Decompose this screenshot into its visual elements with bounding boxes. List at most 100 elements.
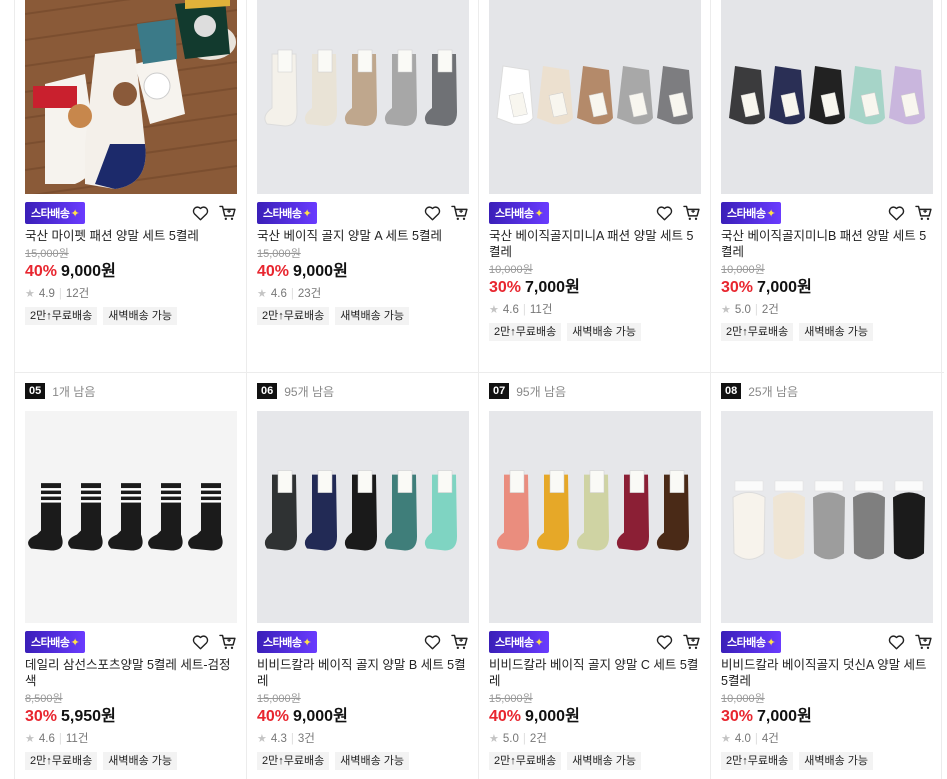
- heart-icon[interactable]: [424, 634, 441, 650]
- product-thumbnail[interactable]: [721, 411, 933, 623]
- original-price: 10,000원: [489, 264, 533, 276]
- star-delivery-badge: 스타배송✦: [489, 631, 550, 653]
- stock-remaining: 1개 남음: [52, 384, 96, 399]
- cart-icon[interactable]: [451, 205, 469, 221]
- product-card[interactable]: 07 95개 남음 스타배송✦ 비비드칼라 베이직 골지 양말 C 세트 5켤레…: [478, 372, 710, 779]
- product-thumbnail[interactable]: [489, 411, 701, 623]
- rating-row: ★ 4.6 | 11건: [25, 732, 237, 746]
- heart-icon[interactable]: [192, 205, 209, 221]
- heart-icon[interactable]: [424, 205, 441, 221]
- heart-icon[interactable]: [192, 634, 209, 650]
- price-row: 40% 9,000원: [257, 262, 469, 282]
- product-card[interactable]: 05 1개 남음 스타배송✦ 데일리 삼선스포츠양말 5켤레 세트-검정색 8,5…: [14, 372, 246, 779]
- divider: |: [290, 288, 294, 300]
- product-name[interactable]: 국산 베이직골지미니A 패션 양말 세트 5켤레: [489, 228, 701, 260]
- heart-icon[interactable]: [656, 634, 673, 650]
- product-card[interactable]: 스타배송✦ 국산 베이직골지미니A 패션 양말 세트 5켤레 10,000원 30…: [478, 0, 710, 372]
- product-card[interactable]: 스타배송✦ 국산 베이직 골지 양말 A 세트 5켤레 15,000원 40% 9,…: [246, 0, 478, 372]
- product-name[interactable]: 국산 마이펫 패션 양말 세트 5켤레: [25, 228, 237, 244]
- product-thumbnail[interactable]: [25, 0, 237, 194]
- sale-price: 7,000원: [757, 708, 812, 725]
- rank-line: 08 25개 남음: [721, 380, 933, 402]
- price-row: 30% 7,000원: [721, 278, 933, 298]
- sparkle-icon: ✦: [534, 637, 544, 649]
- free-shipping-tag: 2만↑무료배송: [489, 752, 562, 770]
- card-actions: 스타배송✦: [25, 631, 237, 653]
- star-icon: ★: [25, 733, 35, 745]
- product-name[interactable]: 데일리 삼선스포츠양말 5켤레 세트-검정색: [25, 657, 237, 689]
- free-shipping-tag: 2만↑무료배송: [25, 752, 98, 770]
- divider: |: [754, 733, 758, 745]
- sparkle-icon: ✦: [766, 208, 776, 220]
- card-actions: 스타배송✦: [721, 631, 933, 653]
- original-price: 15,000원: [257, 693, 301, 705]
- discount-rate: 30%: [489, 279, 522, 296]
- tag-list: 2만↑무료배송 새벽배송 가능: [721, 323, 933, 341]
- cart-icon[interactable]: [915, 634, 933, 650]
- discount-rate: 30%: [721, 279, 754, 296]
- discount-rate: 40%: [25, 263, 58, 280]
- product-name[interactable]: 국산 베이직 골지 양말 A 세트 5켤레: [257, 228, 469, 244]
- product-name[interactable]: 국산 베이직골지미니B 패션 양말 세트 5켤레: [721, 228, 933, 260]
- review-count: 4건: [761, 733, 779, 745]
- product-thumbnail[interactable]: [25, 411, 237, 623]
- product-name[interactable]: 비비드칼라 베이직골지 덧신A 양말 세트 5켤레: [721, 657, 933, 689]
- rank-line: 05 1개 남음: [25, 380, 237, 402]
- star-icon: ★: [257, 733, 267, 745]
- review-count: 3건: [297, 733, 315, 745]
- product-image: [721, 0, 933, 194]
- product-card[interactable]: 스타배송✦ 국산 마이펫 패션 양말 세트 5켤레 15,000원 40% 9,00…: [14, 0, 246, 372]
- product-card[interactable]: 06 95개 남음 스타배송✦ 비비드칼라 베이직 골지 양말 B 세트 5켤레…: [246, 372, 478, 779]
- divider: |: [290, 733, 294, 745]
- star-icon: ★: [489, 733, 499, 745]
- cart-icon[interactable]: [451, 634, 469, 650]
- star-delivery-badge: 스타배송✦: [257, 202, 318, 224]
- stock-remaining: 25개 남음: [748, 384, 799, 399]
- sparkle-icon: ✦: [766, 637, 776, 649]
- cart-icon[interactable]: [683, 205, 701, 221]
- price-row: 40% 9,000원: [257, 707, 469, 727]
- product-image: [257, 411, 469, 623]
- original-price: 15,000원: [25, 248, 69, 260]
- star-icon: ★: [721, 304, 731, 316]
- product-thumbnail[interactable]: [489, 0, 701, 194]
- cart-icon[interactable]: [683, 634, 701, 650]
- divider: |: [522, 733, 526, 745]
- heart-icon[interactable]: [888, 205, 905, 221]
- review-count: 2건: [761, 304, 779, 316]
- star-delivery-badge: 스타배송✦: [721, 631, 782, 653]
- rating-row: ★ 4.0 | 4건: [721, 732, 933, 746]
- cart-icon[interactable]: [915, 205, 933, 221]
- product-name[interactable]: 비비드칼라 베이직 골지 양말 B 세트 5켤레: [257, 657, 469, 689]
- divider: |: [58, 733, 62, 745]
- divider: |: [522, 304, 526, 316]
- rating-score: 5.0: [502, 733, 519, 745]
- rating-row: ★ 4.9 | 12건: [25, 287, 237, 301]
- product-name[interactable]: 비비드칼라 베이직 골지 양말 C 세트 5켤레: [489, 657, 701, 689]
- original-price: 8,500원: [25, 693, 63, 705]
- heart-icon[interactable]: [656, 205, 673, 221]
- sale-price: 5,950원: [61, 708, 116, 725]
- card-actions: 스타배송✦: [489, 631, 701, 653]
- review-count: 12건: [65, 288, 90, 300]
- rank-line: 07 95개 남음: [489, 380, 701, 402]
- review-count: 23건: [297, 288, 322, 300]
- dawn-delivery-tag: 새벽배송 가능: [335, 752, 409, 770]
- product-thumbnail[interactable]: [257, 0, 469, 194]
- cart-icon[interactable]: [219, 205, 237, 221]
- product-card[interactable]: 스타배송✦ 국산 베이직골지미니B 패션 양말 세트 5켤레 10,000원 30…: [710, 0, 942, 372]
- product-thumbnail[interactable]: [721, 0, 933, 194]
- rating-score: 4.6: [270, 288, 287, 300]
- discount-rate: 40%: [257, 708, 290, 725]
- cart-icon[interactable]: [219, 634, 237, 650]
- tag-list: 2만↑무료배송 새벽배송 가능: [489, 323, 701, 341]
- star-icon: ★: [721, 733, 731, 745]
- star-icon: ★: [25, 288, 35, 300]
- product-image: [25, 0, 237, 194]
- heart-icon[interactable]: [888, 634, 905, 650]
- sale-price: 9,000원: [293, 263, 348, 280]
- product-thumbnail[interactable]: [257, 411, 469, 623]
- product-card[interactable]: 08 25개 남음 스타배송✦ 비비드칼라 베이직골지 덧신A 양말 세트 5켤…: [710, 372, 942, 779]
- product-image: [489, 411, 701, 623]
- dawn-delivery-tag: 새벽배송 가능: [799, 323, 873, 341]
